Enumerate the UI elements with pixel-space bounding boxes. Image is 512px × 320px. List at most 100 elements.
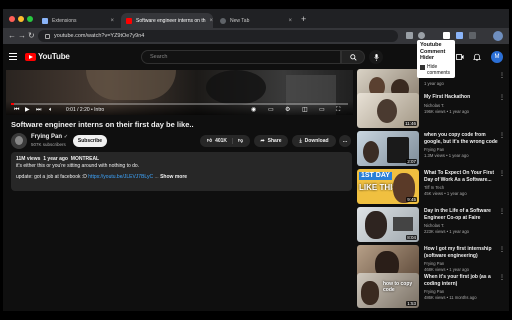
video-thumbnail[interactable]: how to copy code 1:53 [357, 273, 419, 308]
sidebar-video-item[interactable]: 11:46 My First Hackathon Nicholas T. 196… [357, 93, 505, 129]
tab-new-tab[interactable]: New Tab × [215, 13, 297, 28]
more-options-icon[interactable]: ⋮ [499, 72, 505, 79]
bookmark-star-icon[interactable] [418, 32, 425, 39]
video-title[interactable]: when you copy code from google, but it's… [424, 132, 500, 145]
close-tab-icon[interactable]: × [106, 18, 114, 24]
search-button[interactable] [341, 50, 365, 64]
video-thumbnail[interactable]: 8:04 [357, 207, 419, 242]
video-thumbnail[interactable]: 2:07 [357, 131, 419, 166]
logo-text: YouTube [38, 52, 70, 61]
more-options-icon[interactable]: ⋮ [499, 170, 505, 177]
video-title[interactable]: My First Hackathon [424, 94, 500, 101]
menu-icon[interactable] [9, 53, 17, 62]
download-button[interactable]: ⤓ Download [292, 135, 336, 147]
channel-name[interactable]: Nicholas T. [424, 223, 444, 228]
tab-extensions[interactable]: Extensions × [37, 13, 119, 28]
previous-icon[interactable]: ⏮ [14, 107, 19, 114]
new-tab-button[interactable]: + [301, 14, 306, 24]
theater-mode-icon[interactable]: ▭ [319, 107, 325, 114]
thumbs-down-icon[interactable]: 👎︎ [233, 138, 243, 144]
maximize-window-icon[interactable] [27, 16, 33, 22]
microphone-icon [373, 53, 379, 61]
description-link[interactable]: https://youtu.be/JLEVJ7BLyC [88, 174, 153, 180]
next-icon[interactable]: ⏭ [36, 107, 41, 114]
settings-gear-icon[interactable]: ⚙ [285, 107, 290, 114]
video-thumbnail[interactable]: 11:46 [357, 93, 419, 128]
video-thumbnail[interactable]: 1ST DAY LIKE THIS 9:45 [357, 169, 419, 204]
extension-tooltip: Youtube Comment Hider Hide comments [417, 40, 455, 78]
video-title[interactable]: How I got my first internship (software … [424, 246, 500, 259]
notifications-bell-icon[interactable] [473, 53, 481, 61]
player-controls: ⏮ ▶ ⏭ 🔈︎ 0:01 / 2:20 • Intro ◉ ▭ ⚙ ◫ ▭ ⛶ [6, 101, 353, 115]
more-options-icon[interactable]: ⋮ [499, 274, 505, 281]
view-count: 11M views [16, 156, 41, 162]
autoplay-toggle[interactable]: ◉ [251, 107, 256, 114]
sidebar-video-item[interactable]: 8:04 Day in the Life of a Software Engin… [357, 207, 505, 243]
description-text: update: got a job at facebook :D [16, 174, 87, 180]
tab-youtube-video[interactable]: Software engineer interns on th × [121, 13, 213, 28]
youtube-logo[interactable]: YouTube [25, 52, 70, 61]
sidebar-icon[interactable] [469, 32, 476, 39]
close-window-icon[interactable] [9, 16, 15, 22]
miniplayer-icon[interactable]: ◫ [302, 107, 308, 114]
tooltip-action[interactable]: Hide comments [420, 64, 452, 76]
globe-icon [220, 17, 226, 24]
thumbnail-text: LIKE THIS [359, 183, 398, 192]
like-button[interactable]: 👍︎ 401K [206, 138, 234, 144]
create-video-icon[interactable] [456, 53, 464, 61]
show-more-button[interactable]: Show more [160, 174, 187, 180]
search-input[interactable]: Search [141, 50, 341, 64]
forward-button[interactable]: → [18, 31, 26, 41]
duration-badge: 8:04 [406, 235, 417, 240]
channel-name[interactable]: Frying Pan [424, 261, 444, 266]
description-line: it's either this or you're sitting aroun… [16, 163, 140, 169]
sidebar-video-item[interactable]: how to copy code 1:53 When it's your fir… [357, 273, 505, 309]
voice-search-button[interactable] [369, 50, 383, 64]
reload-button[interactable]: ↻ [28, 31, 35, 41]
progress-bar[interactable] [11, 103, 348, 105]
share-page-icon[interactable] [406, 32, 413, 39]
channel-name-row[interactable]: Frying Pan ✓ [31, 134, 68, 140]
back-button[interactable]: ← [8, 31, 16, 41]
extensions-puzzle-icon[interactable] [456, 32, 463, 39]
video-title: Software engineer interns on their first… [11, 120, 194, 129]
sidebar-video-item[interactable]: 2:07 when you copy code from google, but… [357, 131, 505, 167]
thumbnail-person [363, 141, 379, 163]
close-tab-icon[interactable]: × [206, 18, 214, 24]
minimize-window-icon[interactable] [18, 16, 24, 22]
video-title[interactable]: Day in the Life of a Software Engineer C… [424, 208, 500, 221]
more-options-icon[interactable]: ⋮ [499, 132, 505, 139]
captions-icon[interactable]: ▭ [268, 107, 274, 114]
volume-icon[interactable]: 🔈︎ [49, 107, 53, 114]
chapter-label[interactable]: Intro [94, 107, 104, 113]
video-player[interactable]: ⏮ ▶ ⏭ 🔈︎ 0:01 / 2:20 • Intro ◉ ▭ ⚙ ◫ ▭ ⛶ [6, 70, 353, 115]
thumbs-up-icon: 👍︎ [206, 138, 213, 144]
location-link[interactable]: MONTREAL [71, 156, 99, 162]
profile-avatar[interactable] [493, 31, 503, 41]
channel-name[interactable]: Frying Pan [424, 289, 444, 294]
account-avatar[interactable]: M [491, 51, 503, 63]
video-title[interactable]: What To Expect On Your First Day of Work… [424, 170, 500, 183]
tooltip-action-label: Hide comments [427, 63, 451, 76]
video-title[interactable]: When it's your first job (as a coding in… [424, 274, 500, 287]
channel-name[interactable]: Frying Pan [31, 134, 62, 140]
more-options-icon[interactable]: ⋮ [499, 208, 505, 215]
description-box[interactable]: 11M views 1 year ago MONTREAL it's eithe… [11, 152, 352, 191]
channel-name[interactable]: Frying Pan [424, 147, 444, 152]
subscribe-button[interactable]: Subscribe [73, 135, 107, 147]
fullscreen-icon[interactable]: ⛶ [336, 107, 340, 114]
channel-name[interactable]: Tiff In Tech [424, 185, 444, 190]
comment-hider-extension-icon[interactable] [443, 32, 450, 39]
more-actions-button[interactable]: … [339, 135, 351, 147]
sidebar-video-item[interactable]: 1ST DAY LIKE THIS 9:45 What To Expect On… [357, 169, 505, 205]
channel-avatar[interactable] [11, 133, 27, 149]
url-input[interactable]: youtube.com/watch?v=YZ9tOe7y9n4 [38, 30, 398, 42]
share-button[interactable]: ➦ Share [254, 135, 288, 147]
more-options-icon[interactable]: ⋮ [499, 246, 505, 253]
close-tab-icon[interactable]: × [284, 18, 292, 24]
hide-comments-icon [420, 64, 425, 70]
channel-name[interactable]: Nicholas T. [424, 103, 444, 108]
play-icon[interactable]: ▶ [25, 107, 30, 114]
thumbnail-person [365, 211, 387, 239]
more-options-icon[interactable]: ⋮ [499, 94, 505, 101]
